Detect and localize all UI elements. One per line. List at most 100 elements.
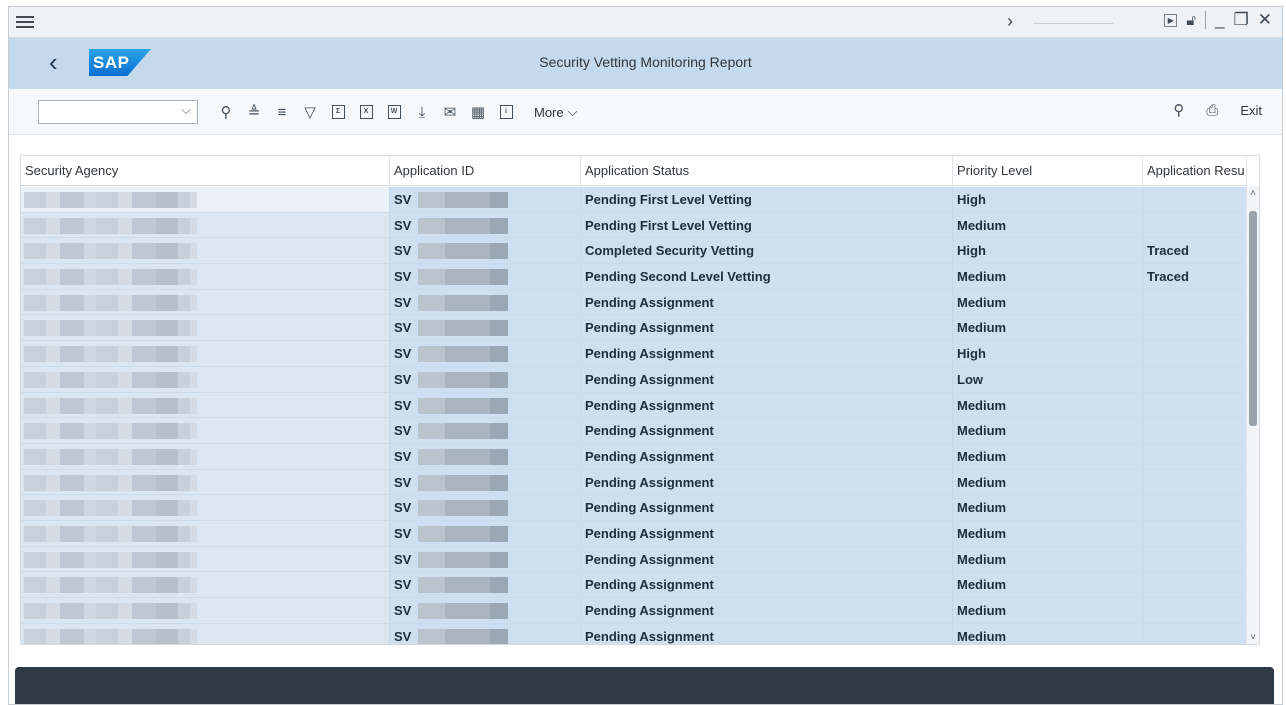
scrollbar-thumb[interactable]: [1249, 211, 1257, 426]
cell-application-result[interactable]: [1143, 623, 1247, 644]
grid-icon[interactable]: ▦: [464, 101, 492, 123]
cell-priority-level[interactable]: Medium: [953, 469, 1143, 495]
cell-priority-level[interactable]: Medium: [953, 546, 1143, 572]
cell-application-status[interactable]: Pending Assignment: [581, 315, 953, 341]
cell-application-status[interactable]: Pending Assignment: [581, 469, 953, 495]
cell-application-id[interactable]: SV: [390, 623, 581, 644]
cell-application-id[interactable]: SV: [390, 572, 581, 597]
cell-priority-level[interactable]: Medium: [953, 443, 1143, 469]
cell-application-result[interactable]: Traced: [1143, 264, 1247, 289]
cell-priority-level[interactable]: Medium: [953, 212, 1143, 238]
cell-application-status[interactable]: Pending Second Level Vetting: [581, 264, 953, 289]
search-icon[interactable]: ⚲: [1173, 101, 1184, 119]
cell-priority-level[interactable]: High: [953, 341, 1143, 366]
cell-security-agency[interactable]: [21, 315, 390, 341]
details-search-icon[interactable]: ⚲: [212, 101, 240, 123]
menu-icon[interactable]: [14, 13, 36, 31]
cell-security-agency[interactable]: [21, 572, 390, 597]
cell-application-status[interactable]: Pending Assignment: [581, 495, 953, 520]
cell-application-id[interactable]: SV: [390, 341, 581, 366]
cell-priority-level[interactable]: High: [953, 238, 1143, 264]
layout-select[interactable]: ⌵: [38, 100, 198, 124]
cell-application-id[interactable]: SV: [390, 546, 581, 572]
cell-priority-level[interactable]: Medium: [953, 289, 1143, 315]
cell-priority-level[interactable]: Medium: [953, 572, 1143, 597]
cell-priority-level[interactable]: Medium: [953, 623, 1143, 644]
restore-icon[interactable]: ❐: [1234, 10, 1249, 30]
cell-security-agency[interactable]: [21, 264, 390, 289]
cell-application-status[interactable]: Pending Assignment: [581, 392, 953, 418]
cell-security-agency[interactable]: [21, 443, 390, 469]
cell-application-id[interactable]: SV: [390, 238, 581, 264]
cell-security-agency[interactable]: [21, 495, 390, 520]
info-icon[interactable]: i: [492, 101, 520, 123]
table-row[interactable]: SV Pending Assignment Low: [21, 366, 1247, 393]
table-row[interactable]: SV Pending Assignment Medium: [21, 469, 1247, 496]
cell-application-result[interactable]: [1143, 315, 1247, 341]
table-row[interactable]: SV Completed Security Vetting High Traced: [21, 238, 1247, 265]
unlock-icon[interactable]: 🔓︎: [1186, 12, 1196, 29]
cell-application-status[interactable]: Pending Assignment: [581, 546, 953, 572]
cell-priority-level[interactable]: Medium: [953, 598, 1143, 623]
table-row[interactable]: SV Pending First Level Vetting Medium: [21, 212, 1247, 239]
table-row[interactable]: SV Pending Assignment Medium: [21, 598, 1247, 624]
cell-application-result[interactable]: [1143, 520, 1247, 546]
cell-application-id[interactable]: SV: [390, 187, 581, 212]
cell-security-agency[interactable]: [21, 341, 390, 366]
cell-security-agency[interactable]: [21, 546, 390, 572]
header-application-id[interactable]: Application ID: [390, 156, 581, 185]
cell-application-status[interactable]: Pending Assignment: [581, 443, 953, 469]
cell-application-result[interactable]: [1143, 469, 1247, 495]
cell-security-agency[interactable]: [21, 212, 390, 238]
cell-priority-level[interactable]: High: [953, 187, 1143, 212]
chevron-down-icon[interactable]: ˅: [1247, 632, 1259, 643]
print-icon[interactable]: ⎙: [1206, 102, 1218, 119]
cell-security-agency[interactable]: [21, 598, 390, 623]
minimize-icon[interactable]: _: [1215, 10, 1224, 30]
cell-application-id[interactable]: SV: [390, 495, 581, 520]
cell-application-status[interactable]: Pending Assignment: [581, 572, 953, 597]
cell-application-status[interactable]: Pending Assignment: [581, 520, 953, 546]
table-row[interactable]: SV Pending First Level Vetting High: [21, 187, 1247, 213]
cell-security-agency[interactable]: [21, 289, 390, 315]
cell-application-result[interactable]: [1143, 443, 1247, 469]
cell-application-result[interactable]: [1143, 366, 1247, 392]
cell-application-status[interactable]: Pending Assignment: [581, 598, 953, 623]
header-priority-level[interactable]: Priority Level: [953, 156, 1143, 185]
command-field[interactable]: [1033, 23, 1113, 24]
cell-priority-level[interactable]: Medium: [953, 418, 1143, 443]
table-row[interactable]: SV Pending Assignment Medium: [21, 315, 1247, 342]
table-row[interactable]: SV Pending Assignment Medium: [21, 289, 1247, 316]
cell-application-status[interactable]: Pending Assignment: [581, 623, 953, 644]
cell-application-id[interactable]: SV: [390, 264, 581, 289]
cell-application-result[interactable]: Traced: [1143, 238, 1247, 264]
cell-application-result[interactable]: [1143, 598, 1247, 623]
cell-security-agency[interactable]: [21, 418, 390, 443]
cell-application-status[interactable]: Pending First Level Vetting: [581, 212, 953, 238]
spreadsheet-icon[interactable]: X: [352, 101, 380, 123]
cell-application-id[interactable]: SV: [390, 418, 581, 443]
sum-icon[interactable]: Σ: [324, 101, 352, 123]
cell-application-id[interactable]: SV: [390, 469, 581, 495]
cell-application-id[interactable]: SV: [390, 598, 581, 623]
table-row[interactable]: SV Pending Assignment Medium: [21, 520, 1247, 547]
mail-icon[interactable]: ✉: [436, 101, 464, 123]
header-application-status[interactable]: Application Status: [581, 156, 953, 185]
cell-security-agency[interactable]: [21, 392, 390, 418]
cell-application-id[interactable]: SV: [390, 366, 581, 392]
cell-security-agency[interactable]: [21, 238, 390, 264]
play-icon[interactable]: ▶: [1164, 13, 1178, 27]
cell-application-id[interactable]: SV: [390, 520, 581, 546]
table-row[interactable]: SV Pending Assignment Medium: [21, 443, 1247, 470]
cell-security-agency[interactable]: [21, 469, 390, 495]
download-icon[interactable]: ⤓: [408, 101, 436, 123]
cell-application-result[interactable]: [1143, 289, 1247, 315]
cell-application-status[interactable]: Pending Assignment: [581, 418, 953, 443]
more-button[interactable]: More ⌵: [534, 104, 577, 120]
cell-application-result[interactable]: [1143, 495, 1247, 520]
table-row[interactable]: SV Pending Assignment High: [21, 341, 1247, 367]
cell-security-agency[interactable]: [21, 366, 390, 392]
cell-application-status[interactable]: Pending Assignment: [581, 289, 953, 315]
table-row[interactable]: SV Pending Assignment Medium: [21, 418, 1247, 444]
close-icon[interactable]: ✕: [1258, 10, 1272, 30]
